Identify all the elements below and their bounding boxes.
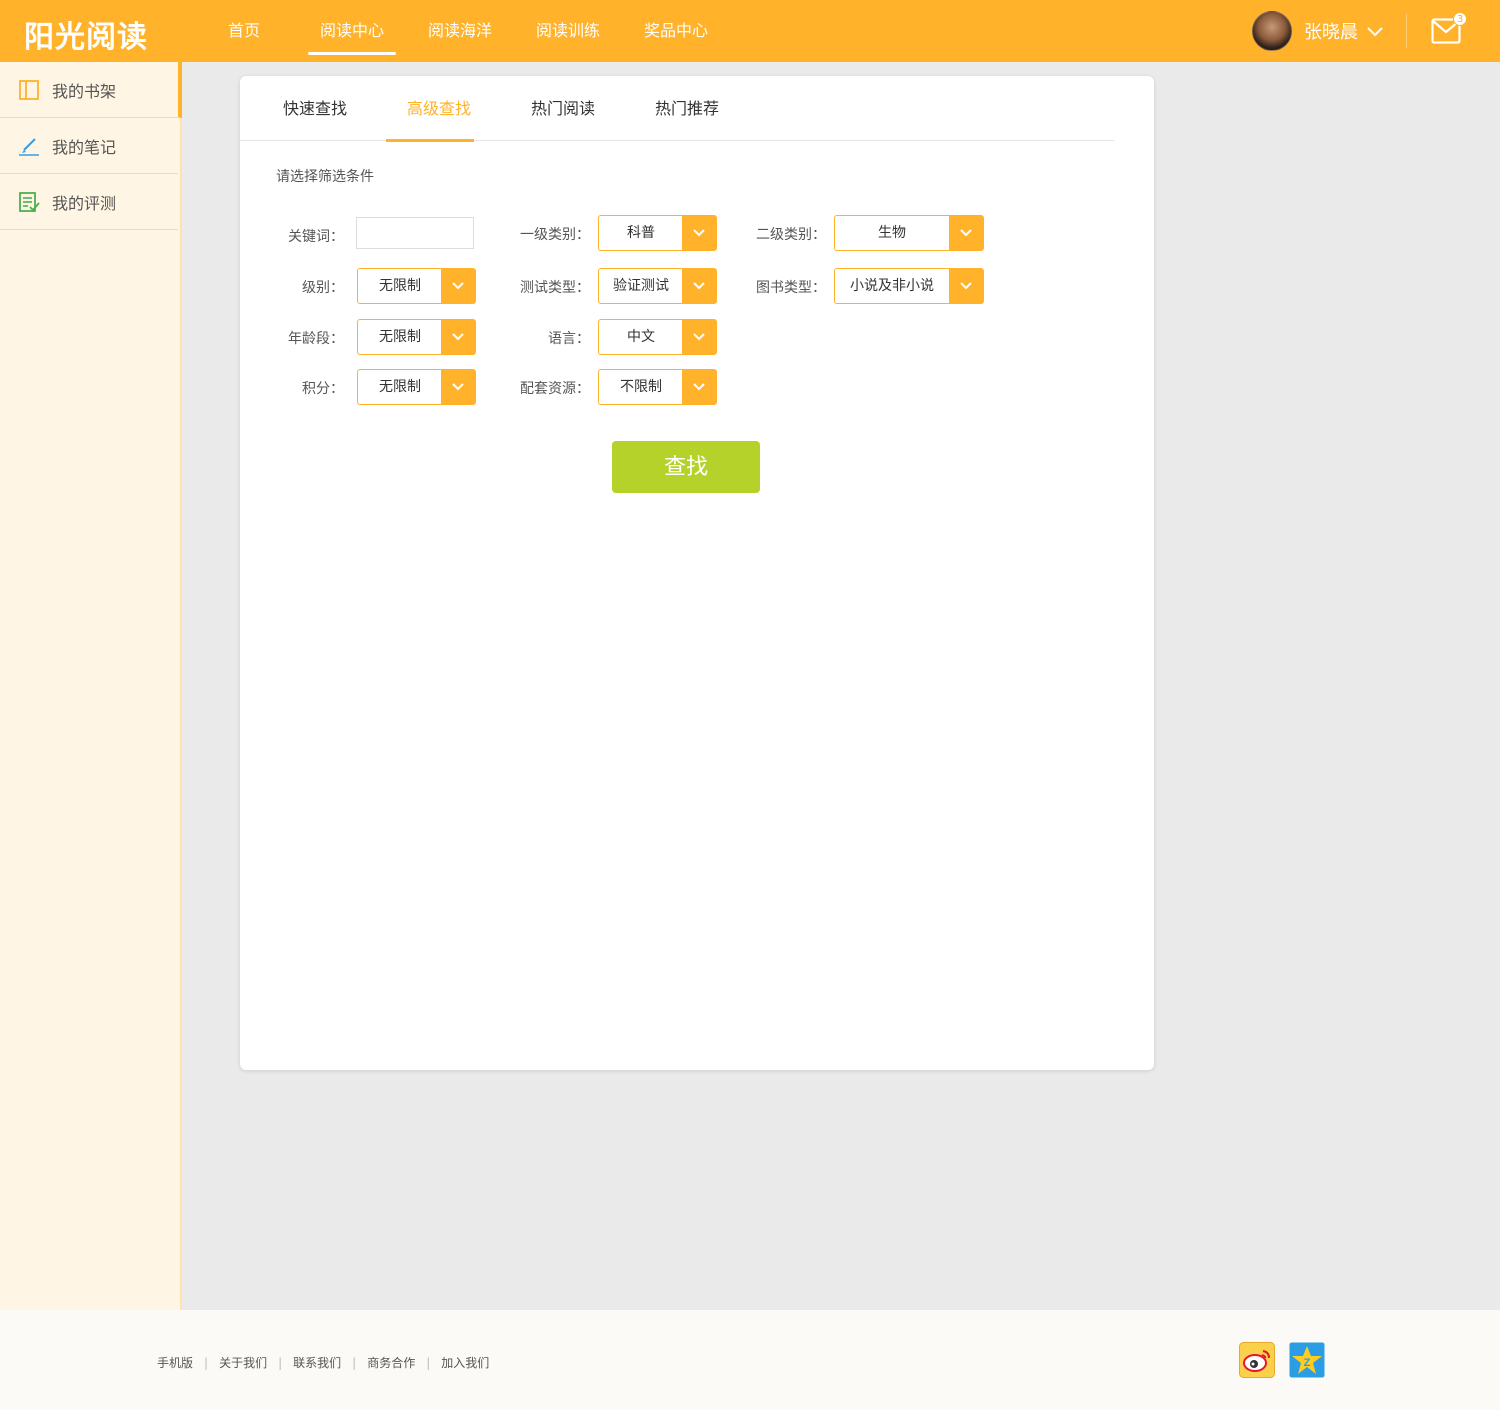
chevron-down-icon [693,229,705,237]
test-type-select[interactable]: 验证测试 [598,268,717,304]
level-label: 级别： [302,280,344,296]
chevron-down-icon [693,383,705,391]
category2-label: 二级类别： [756,227,826,243]
pencil-icon [19,137,39,156]
chevron-down-icon [693,282,705,290]
language-value: 中文 [627,329,655,345]
footer-separator: | [204,1355,209,1370]
language-label: 语言： [548,331,590,347]
chevron-down-icon [693,333,705,341]
age-dropdown-button[interactable] [441,320,475,354]
keyword-label: 关键词： [288,229,344,245]
footer-link-about[interactable]: 关于我们 [219,1354,267,1371]
sidebar-item-bookshelf[interactable]: 我的书架 [0,62,182,118]
search-button[interactable]: 查找 [612,441,760,493]
bookshelf-icon [19,79,39,100]
mail-count-badge: 3 [1453,12,1467,26]
chevron-down-icon [452,333,464,341]
top-header: 阳光阅读 首页 阅读中心 阅读海洋 阅读训练 奖品中心 张晓晨 3 [0,0,1500,62]
points-dropdown-button[interactable] [441,370,475,404]
svg-text:Z: Z [1304,1357,1311,1369]
header-divider [1406,14,1407,48]
search-tabs: 快速查找 高级查找 热门阅读 热门推荐 [240,76,1114,142]
nav-reading-ocean[interactable]: 阅读海洋 [406,0,514,62]
tab-advanced-search[interactable]: 高级查找 [386,76,492,142]
nav-home[interactable]: 首页 [190,0,298,62]
nav-prize-center[interactable]: 奖品中心 [622,0,730,62]
footer: 手机版 | 关于我们 | 联系我们 | 商务合作 | 加入我们 [0,1310,1500,1410]
footer-link-business[interactable]: 商务合作 [367,1354,415,1371]
points-label: 积分： [302,381,344,397]
resources-dropdown-button[interactable] [682,370,716,404]
weibo-icon[interactable] [1239,1342,1275,1378]
age-select[interactable]: 无限制 [357,319,476,355]
category1-label: 一级类别： [520,227,590,243]
sidebar-item-notes[interactable]: 我的笔记 [0,118,178,174]
language-select[interactable]: 中文 [598,319,717,355]
test-type-dropdown-button[interactable] [682,269,716,303]
nav-reading-center[interactable]: 阅读中心 [298,0,406,62]
sidebar-item-evaluation[interactable]: 我的评测 [0,174,178,230]
main-nav: 首页 阅读中心 阅读海洋 阅读训练 奖品中心 [190,0,730,62]
tab-quick-search[interactable]: 快速查找 [262,76,368,141]
category2-value: 生物 [878,225,906,241]
category2-dropdown-button[interactable] [949,216,983,250]
age-value: 无限制 [379,329,421,345]
sidebar-item-label: 我的书架 [52,81,117,101]
sidebar-item-label: 我的评测 [52,193,117,213]
points-select[interactable]: 无限制 [357,369,476,405]
test-type-label: 测试类型： [520,280,590,296]
level-select[interactable]: 无限制 [357,268,476,304]
category1-select[interactable]: 科普 [598,215,717,251]
book-type-label: 图书类型： [756,280,826,296]
sidebar: 我的书架 我的笔记 我的评测 [0,62,182,1310]
sidebar-item-label: 我的笔记 [52,137,117,157]
footer-link-join[interactable]: 加入我们 [441,1354,489,1371]
username: 张晓晨 [1304,22,1358,43]
book-type-select[interactable]: 小说及非小说 [834,268,984,304]
tab-popular-recommend[interactable]: 热门推荐 [634,76,740,141]
search-card: 快速查找 高级查找 热门阅读 热门推荐 请选择筛选条件 关键词： 一级类别： 科… [240,76,1154,1070]
level-dropdown-button[interactable] [441,269,475,303]
tab-popular-reading[interactable]: 热门阅读 [510,76,616,141]
nav-reading-training[interactable]: 阅读训练 [514,0,622,62]
category1-value: 科普 [627,225,655,241]
category2-select[interactable]: 生物 [834,215,984,251]
category1-dropdown-button[interactable] [682,216,716,250]
book-type-value: 小说及非小说 [850,278,934,294]
age-label: 年龄段： [288,331,344,347]
site-logo[interactable]: 阳光阅读 [24,12,148,56]
chevron-down-icon [452,282,464,290]
qzone-icon[interactable]: Z [1289,1342,1325,1378]
chevron-down-icon [960,282,972,290]
chevron-down-icon [452,383,464,391]
user-menu[interactable]: 张晓晨 [1252,11,1384,51]
book-type-dropdown-button[interactable] [949,269,983,303]
test-type-value: 验证测试 [613,278,669,294]
footer-separator: | [352,1355,357,1370]
chevron-down-icon [1367,27,1383,37]
points-value: 无限制 [379,379,421,395]
avatar [1252,11,1292,51]
keyword-input[interactable] [356,217,474,249]
footer-link-mobile[interactable]: 手机版 [157,1354,193,1371]
resources-label: 配套资源： [520,381,590,397]
level-value: 无限制 [379,278,421,294]
resources-select[interactable]: 不限制 [598,369,717,405]
footer-separator: | [278,1355,283,1370]
filter-prompt: 请选择筛选条件 [276,169,374,185]
checklist-icon [19,191,40,212]
chevron-down-icon [960,229,972,237]
footer-link-contact[interactable]: 联系我们 [293,1354,341,1371]
language-dropdown-button[interactable] [682,320,716,354]
footer-separator: | [426,1355,431,1370]
resources-value: 不限制 [620,379,662,395]
footer-links: 手机版 | 关于我们 | 联系我们 | 商务合作 | 加入我们 [157,1354,489,1371]
